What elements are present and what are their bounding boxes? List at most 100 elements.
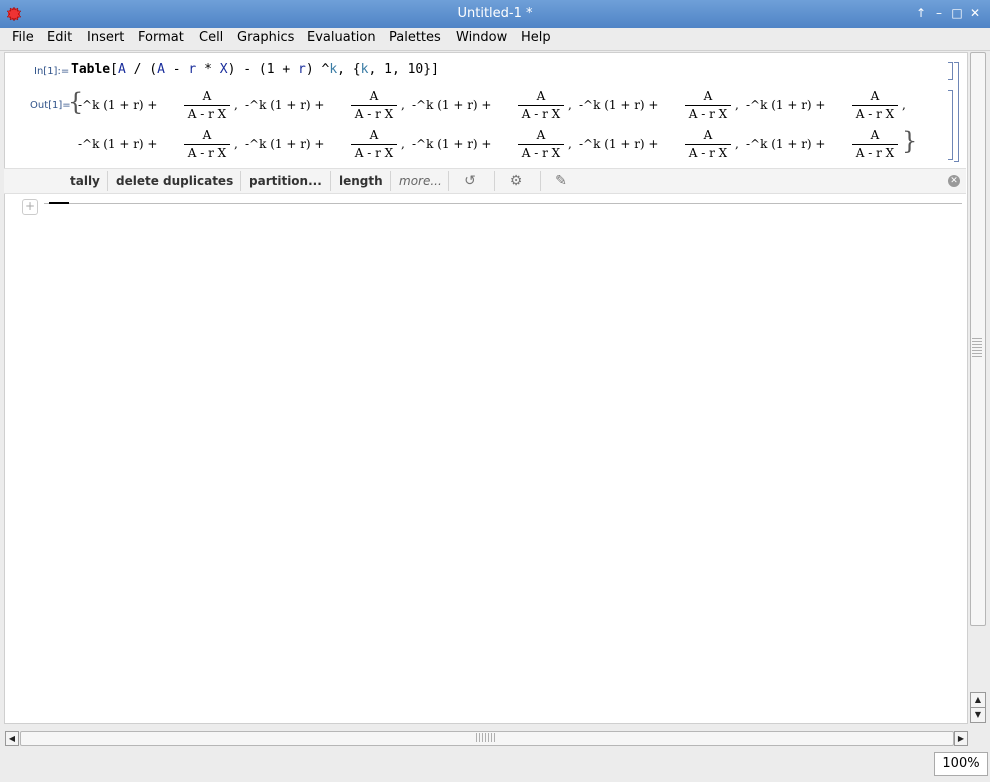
divider [540, 171, 541, 191]
fraction: A A - r X [516, 127, 566, 162]
fraction-numerator: A [202, 89, 212, 103]
fraction: A A - r X [683, 127, 733, 162]
input-part: r [298, 62, 306, 77]
scroll-left-icon[interactable]: ◀ [5, 731, 19, 746]
menu-help[interactable]: Help [521, 30, 551, 45]
term-power: -^k (1 + r) + [579, 98, 659, 112]
output-row: -^k (1 + r) + A A - r X, -^k (1 + r) + A A - … [78, 127, 938, 167]
fraction-denominator: A - r X [187, 107, 227, 121]
input-part: - [164, 62, 189, 77]
gear-icon[interactable]: ⚙ [506, 171, 526, 191]
input-part: , { [337, 62, 361, 77]
divider [448, 171, 449, 191]
scroll-down-icon[interactable]: ▼ [970, 707, 986, 723]
output-term: -^k (1 + r) + A A - r X [746, 127, 912, 167]
input-part: A [157, 62, 165, 77]
menu-graphics[interactable]: Graphics [237, 30, 294, 45]
fraction-denominator: A - r X [688, 107, 728, 121]
fraction: A A - r X [850, 88, 900, 123]
horizontal-scrollbar[interactable]: ◀ ▶ [4, 730, 970, 746]
comma: , [735, 137, 739, 151]
up-arrow-icon[interactable]: ↑ [914, 6, 928, 20]
input-cell-bracket[interactable] [948, 62, 953, 80]
fraction: A A - r X [182, 88, 232, 123]
term-power: -^k (1 + r) + [412, 137, 492, 151]
cell-insertion-line [44, 203, 962, 204]
fraction: A A - r X [182, 127, 232, 162]
output-term: -^k (1 + r) + A A - r X, [245, 88, 411, 128]
zoom-selector[interactable]: 100% [934, 752, 988, 776]
fraction-numerator: A [536, 89, 546, 103]
refresh-icon[interactable]: ↺ [460, 171, 480, 191]
fraction-denominator: A - r X [688, 146, 728, 160]
fraction-numerator: A [369, 89, 379, 103]
scroll-right-icon[interactable]: ▶ [954, 731, 968, 746]
output-term: -^k (1 + r) + A A - r X, [579, 127, 745, 167]
fraction-numerator: A [202, 128, 212, 142]
output-cell-bracket[interactable] [948, 90, 953, 160]
term-power: -^k (1 + r) + [245, 137, 325, 151]
menu-cell[interactable]: Cell [199, 30, 223, 45]
comma: , [902, 98, 906, 112]
maximize-icon[interactable]: □ [950, 6, 964, 20]
insert-cell-button[interactable]: + [22, 199, 38, 215]
comma: , [735, 98, 739, 112]
output-term: -^k (1 + r) + A A - r X, [78, 88, 244, 128]
divider [330, 171, 331, 191]
fraction: A A - r X [516, 88, 566, 123]
output-term: -^k (1 + r) + A A - r X, [78, 127, 244, 167]
suggestion-delete-duplicates[interactable]: delete duplicates [116, 174, 233, 188]
input-part: A [117, 62, 126, 77]
fraction-denominator: A - r X [187, 146, 227, 160]
input-part: Table [71, 62, 111, 77]
menu-bar: File Edit Insert Format Cell Graphics Ev… [0, 28, 990, 51]
menu-file[interactable]: File [12, 30, 34, 45]
scroll-up-icon[interactable]: ▲ [970, 692, 986, 708]
fraction-numerator: A [870, 89, 880, 103]
grip-icon [972, 338, 982, 358]
fraction-denominator: A - r X [521, 107, 561, 121]
term-power: -^k (1 + r) + [78, 98, 158, 112]
menu-format[interactable]: Format [138, 30, 184, 45]
suggestion-more[interactable]: more... [399, 174, 442, 188]
close-circle-icon[interactable]: ✕ [948, 175, 960, 187]
term-power: -^k (1 + r) + [579, 137, 659, 151]
output-term: -^k (1 + r) + A A - r X, [412, 88, 578, 128]
fraction-numerator: A [703, 89, 713, 103]
menu-insert[interactable]: Insert [87, 30, 124, 45]
divider [494, 171, 495, 191]
fraction-denominator: A - r X [354, 107, 394, 121]
fraction-denominator: A - r X [855, 146, 895, 160]
menu-window[interactable]: Window [456, 30, 507, 45]
suggestion-length[interactable]: length [339, 174, 383, 188]
suggestion-partition[interactable]: partition... [249, 174, 322, 188]
input-part: ) ^ [305, 62, 330, 77]
divider [390, 171, 391, 191]
fraction: A A - r X [850, 127, 900, 162]
title-bar: Untitled-1 * ↑ – □ ✕ [0, 0, 990, 28]
comma: , [234, 137, 238, 151]
input-part: , 1, 10}] [368, 62, 439, 77]
menu-evaluation[interactable]: Evaluation [307, 30, 376, 45]
fraction-denominator: A - r X [521, 146, 561, 160]
suggestion-tally[interactable]: tally [70, 174, 100, 188]
group-cell-bracket[interactable] [954, 62, 959, 162]
input-part: * [196, 62, 220, 77]
grip-icon [476, 733, 496, 742]
vertical-scrollbar[interactable]: ▲ ▼ [968, 52, 986, 723]
minimize-icon[interactable]: – [932, 6, 946, 20]
close-icon[interactable]: ✕ [968, 6, 982, 20]
input-part: k [329, 62, 338, 77]
input-part: [ [110, 62, 118, 77]
menu-palettes[interactable]: Palettes [389, 30, 441, 45]
input-expression[interactable]: Table[A / (A - r * X) - (1 + r) ^k, {k, … [71, 62, 439, 77]
fraction-numerator: A [703, 128, 713, 142]
menu-edit[interactable]: Edit [47, 30, 72, 45]
comma: , [568, 137, 572, 151]
output-term: -^k (1 + r) + A A - r X, [579, 88, 745, 128]
suggestions-bar: tally delete duplicates partition... len… [4, 168, 966, 194]
comment-icon[interactable]: ✎ [551, 171, 571, 191]
term-power: -^k (1 + r) + [245, 98, 325, 112]
output-term: -^k (1 + r) + A A - r X, [412, 127, 578, 167]
fraction-numerator: A [870, 128, 880, 142]
